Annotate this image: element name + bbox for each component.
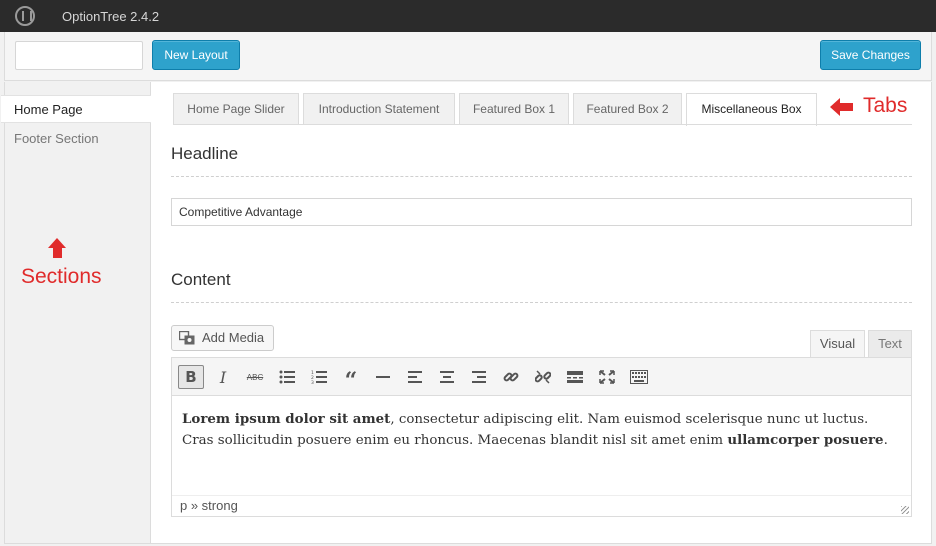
tab-featured-box-1[interactable]: Featured Box 1	[459, 93, 569, 125]
bold-icon[interactable]: B	[178, 365, 204, 389]
link-icon[interactable]	[498, 365, 524, 389]
annotation-tabs-label: Tabs	[863, 94, 908, 117]
horizontal-rule-icon[interactable]	[370, 365, 396, 389]
add-media-label: Add Media	[202, 330, 265, 345]
headline-heading: Headline	[171, 144, 239, 163]
tab-miscellaneous-box[interactable]: Miscellaneous Box	[686, 93, 817, 126]
rich-text-editor: B I ABC 123 “ Lorem ipsum dolor sit amet…	[171, 357, 912, 517]
numbered-list-icon[interactable]: 123	[306, 365, 332, 389]
svg-text:3: 3	[311, 380, 314, 384]
read-more-icon[interactable]	[562, 365, 588, 389]
content-heading: Content	[171, 270, 231, 289]
align-left-icon[interactable]	[402, 365, 428, 389]
main-panel: Home Page Slider Introduction Statement …	[151, 82, 932, 544]
editor-status-bar: p » strong	[172, 495, 911, 516]
annotation-arrow-stem	[839, 103, 853, 111]
blockquote-icon[interactable]: “	[338, 365, 364, 392]
editor-text: .	[883, 433, 888, 448]
header-toolbar: New Layout Save Changes	[4, 32, 932, 81]
tab-text[interactable]: Text	[868, 330, 912, 357]
editor-toolbar: B I ABC 123 “	[172, 358, 911, 396]
align-right-icon[interactable]	[466, 365, 492, 389]
save-changes-button[interactable]: Save Changes	[820, 40, 921, 70]
toolbar-toggle-icon[interactable]	[626, 365, 652, 389]
tab-home-page-slider[interactable]: Home Page Slider	[173, 93, 299, 125]
resize-handle-icon[interactable]	[901, 506, 909, 514]
fullscreen-icon[interactable]	[594, 365, 620, 389]
element-path[interactable]: p » strong	[180, 498, 238, 513]
tab-bar-divider	[173, 124, 912, 125]
top-bar: OptionTree 2.4.2	[0, 0, 936, 32]
wordpress-logo-icon[interactable]	[15, 6, 35, 26]
sidebar-item-home-page[interactable]: Home Page	[1, 95, 152, 123]
annotation-arrow-stem	[53, 247, 62, 258]
tab-visual[interactable]: Visual	[810, 330, 865, 357]
new-layout-button[interactable]: New Layout	[152, 40, 240, 70]
editor-bold-text: Lorem ipsum dolor sit amet	[182, 411, 391, 427]
app-title: OptionTree 2.4.2	[62, 9, 160, 24]
editor-bold-text: ullamcorper posuere	[727, 432, 884, 448]
app-frame: OptionTree 2.4.2 New Layout Save Changes…	[0, 0, 936, 546]
divider	[171, 302, 912, 303]
annotation-sections-label: Sections	[21, 265, 102, 288]
strikethrough-icon[interactable]: ABC	[242, 365, 268, 389]
bullet-list-icon[interactable]	[274, 365, 300, 389]
align-center-icon[interactable]	[434, 365, 460, 389]
media-icon	[179, 331, 195, 345]
headline-input[interactable]	[171, 198, 912, 226]
tab-introduction-statement[interactable]: Introduction Statement	[303, 93, 455, 125]
add-media-button[interactable]: Add Media	[171, 325, 274, 351]
divider	[171, 176, 912, 177]
tab-featured-box-2[interactable]: Featured Box 2	[573, 93, 682, 125]
layout-name-input[interactable]	[15, 41, 143, 70]
sections-sidebar: Home Page Footer Section Sections	[1, 82, 152, 544]
unlink-icon[interactable]	[530, 365, 556, 389]
editor-content[interactable]: Lorem ipsum dolor sit amet, consectetur …	[182, 409, 902, 451]
sidebar-item-footer-section[interactable]: Footer Section	[5, 125, 151, 153]
italic-icon[interactable]: I	[210, 365, 236, 389]
